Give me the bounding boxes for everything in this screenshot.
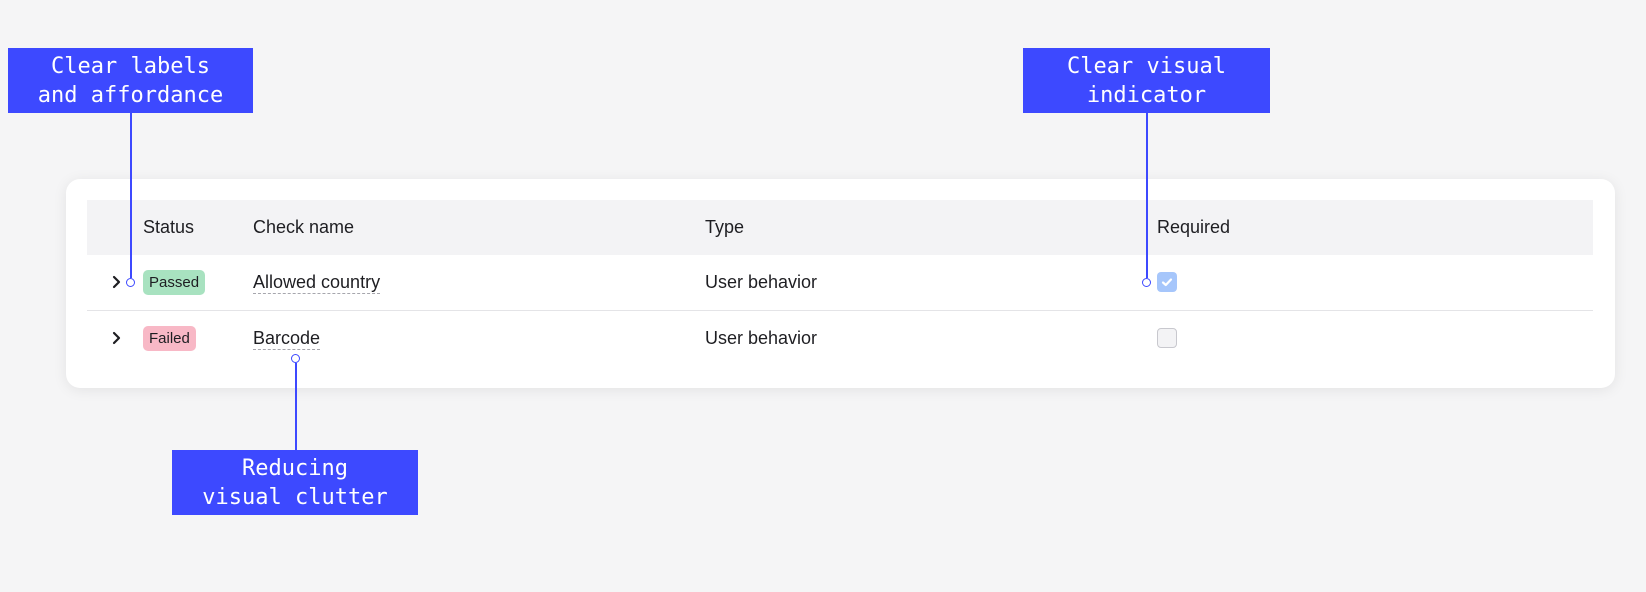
callout-visual-clutter: Reducing visual clutter [172, 450, 418, 515]
required-checkbox[interactable] [1157, 328, 1177, 348]
column-header-type: Type [705, 217, 745, 237]
callout-visual-indicator: Clear visual indicator [1023, 48, 1270, 113]
table-header: Status Check name Type Required [87, 200, 1593, 255]
callout-connector-line [295, 363, 297, 450]
check-name-link[interactable]: Allowed country [253, 271, 381, 294]
table-row: Passed Allowed country User behavior [87, 255, 1593, 311]
table-row: Failed Barcode User behavior [87, 311, 1593, 366]
column-header-status: Status [143, 217, 195, 237]
status-badge: Passed [143, 270, 206, 295]
callout-labels-affordance: Clear labels and affordance [8, 48, 253, 113]
column-header-check-name: Check name [253, 217, 355, 237]
callout-anchor-dot [291, 354, 300, 363]
callout-connector-line [1146, 113, 1148, 278]
callout-anchor-dot [1142, 278, 1151, 287]
type-cell: User behavior [705, 272, 818, 292]
required-checkbox[interactable] [1157, 272, 1177, 292]
type-cell: User behavior [705, 328, 818, 348]
callout-connector-line [130, 113, 132, 278]
status-badge: Failed [143, 326, 196, 351]
chevron-right-icon[interactable] [109, 273, 125, 291]
checkmark-icon [1161, 278, 1173, 287]
chevron-right-icon[interactable] [109, 329, 125, 347]
column-header-required: Required [1157, 217, 1231, 237]
callout-anchor-dot [126, 278, 135, 287]
check-name-link[interactable]: Barcode [253, 327, 321, 350]
